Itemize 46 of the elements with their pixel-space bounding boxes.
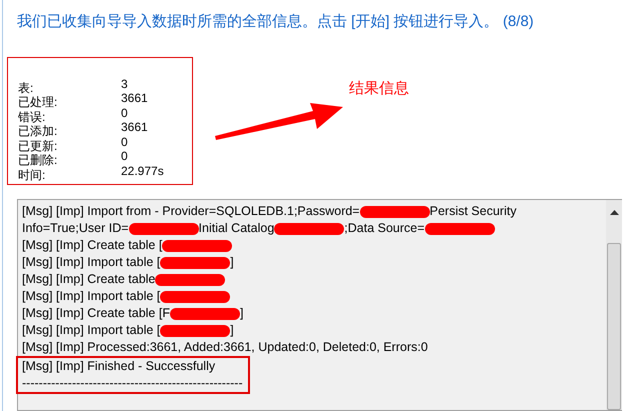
scrollbar[interactable] [606, 200, 622, 410]
log-text: Persist Security [430, 203, 516, 220]
redaction-mark [170, 308, 240, 320]
log-text: ] [240, 305, 244, 322]
log-text: [Msg] [Imp] Import table [ [22, 288, 160, 305]
log-text: [Msg] [Imp] Create table [22, 271, 156, 288]
stat-label: 已删除: [18, 153, 58, 168]
log-text: [Msg] [Imp] Finished - Successfully [22, 358, 216, 375]
log-text: [Msg] [Imp] Create table [F [22, 305, 170, 322]
stat-value: 3 [121, 76, 129, 91]
redaction-mark [160, 256, 230, 268]
stat-value: 0 [121, 106, 129, 120]
redaction-mark [160, 324, 230, 336]
scroll-thumb[interactable] [607, 243, 621, 410]
log-text: ;Data Source= [344, 220, 425, 237]
log-text: [Msg] [Imp] Import table [ [22, 254, 160, 271]
stat-label: 已添加: [18, 124, 58, 138]
stat-value: 0 [121, 134, 129, 149]
scroll-up-icon[interactable] [610, 209, 619, 215]
log-text: Info=True;User ID= [22, 220, 129, 237]
stat-label: 表: [18, 80, 34, 95]
log-text: ] [230, 254, 234, 271]
stat-label: 时间: [18, 168, 46, 182]
log-text: [Msg] [Imp] Import table [ [22, 322, 160, 339]
stat-label: 已处理: [18, 95, 58, 110]
redaction-mark [274, 222, 344, 234]
stat-value: 22.977s [121, 164, 165, 178]
log-text: Initial Catalog [198, 220, 274, 237]
log-text: [Msg] [Imp] Create table [ [22, 237, 162, 254]
stat-label: 错误: [18, 110, 46, 124]
redaction-mark [162, 240, 232, 252]
log-text: ----------------------------------------------------- [22, 375, 243, 392]
annotation-label: 结果信息 [349, 79, 409, 98]
stat-value: 3661 [121, 91, 149, 106]
log-text: [Msg] [Imp] Import from - Provider=SQLOLEDB.1;Password= [22, 203, 360, 220]
redaction-mark [155, 274, 226, 286]
wizard-instruction: 我们已收集向导导入数据时所需的全部信息。点击 [开始] 按钮进行导入。 (8/8) [16, 12, 535, 31]
stat-value: 0 [121, 149, 129, 164]
redaction-mark [360, 206, 430, 218]
log-text: ] [230, 322, 234, 339]
redaction-mark [160, 290, 230, 302]
redaction-mark [128, 222, 199, 234]
redaction-mark [424, 222, 495, 234]
log-text: [Msg] [Imp] Processed:3661, Added:3661, Updated:0, Deleted:0, Errors:0 [22, 339, 428, 356]
stat-label: 已更新: [18, 138, 58, 153]
stat-value: 3661 [121, 120, 149, 134]
